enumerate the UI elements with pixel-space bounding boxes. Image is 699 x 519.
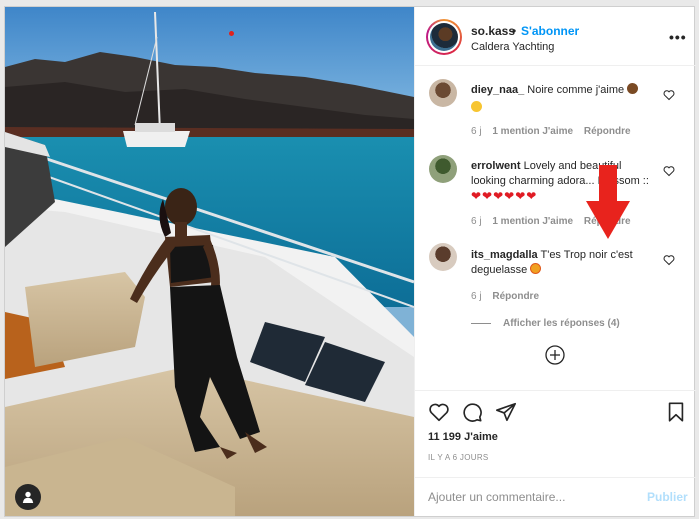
- view-replies-label: Afficher les réponses (4): [503, 318, 620, 329]
- follow-button[interactable]: S'abonner: [521, 24, 579, 38]
- save-bookmark-icon[interactable]: [665, 401, 687, 423]
- like-heart-icon[interactable]: [428, 401, 450, 423]
- author-username[interactable]: so.kass: [471, 24, 515, 38]
- share-paper-plane-icon[interactable]: [495, 401, 517, 423]
- header-separator: •: [512, 24, 517, 38]
- comment-username[interactable]: errolwent: [471, 160, 521, 172]
- comment-body: its_magdalla T'es Trop noir c'est deguel…: [471, 248, 649, 278]
- commenter-avatar[interactable]: [429, 243, 457, 271]
- reply-button[interactable]: Répondre: [584, 126, 631, 137]
- like-comment-heart-icon[interactable]: [663, 254, 675, 266]
- comment-time: 6 j: [471, 126, 482, 137]
- like-comment-heart-icon[interactable]: [663, 165, 675, 177]
- like-comment-heart-icon[interactable]: [663, 89, 675, 101]
- red-arrow-annotation: [586, 165, 630, 239]
- emoji-icon: [627, 83, 639, 94]
- likes-count[interactable]: 11 199 J'aime: [428, 431, 498, 443]
- commenter-avatar[interactable]: [429, 79, 457, 107]
- yacht-photo-illustration: [5, 7, 414, 516]
- user-icon: [22, 491, 34, 503]
- post-actions: 11 199 J'aime IL Y A 6 JOURS: [415, 390, 696, 477]
- comment-time: 6 j: [471, 216, 482, 227]
- publish-button[interactable]: Publier: [647, 490, 688, 504]
- post-dialog: so.kass • S'abonner Caldera Yachting •••…: [4, 6, 696, 517]
- post-photo[interactable]: [5, 7, 414, 516]
- post-location[interactable]: Caldera Yachting: [471, 41, 554, 53]
- tagged-user-button[interactable]: [15, 484, 41, 510]
- comment-likes[interactable]: 1 mention J'aime: [492, 216, 573, 227]
- reply-button[interactable]: Répondre: [492, 291, 539, 302]
- emoji-icon: [471, 101, 482, 112]
- comments-list: diey_naa_ Noire comme j'aime 6 j 1 menti…: [415, 67, 696, 390]
- post-date: IL Y A 6 JOURS: [428, 453, 489, 462]
- comment-hearts: ❤❤❤❤❤❤: [471, 189, 538, 203]
- comment-likes[interactable]: 1 mention J'aime: [492, 126, 573, 137]
- commenter-avatar[interactable]: [429, 155, 457, 183]
- view-replies-button[interactable]: Afficher les réponses (4): [471, 318, 620, 329]
- comment-bubble-icon[interactable]: [461, 401, 483, 423]
- comment-meta: 6 j Répondre: [471, 291, 547, 302]
- emoji-icon: [530, 263, 542, 274]
- post-header: so.kass • S'abonner Caldera Yachting •••: [415, 7, 696, 66]
- comment-time: 6 j: [471, 291, 482, 302]
- red-dot-marker: [229, 31, 234, 36]
- comment-username[interactable]: diey_naa_: [471, 84, 524, 96]
- replies-divider: [471, 322, 491, 324]
- comment-input[interactable]: Ajouter un commentaire...: [428, 490, 565, 504]
- comment-body: diey_naa_ Noire comme j'aime: [471, 83, 649, 116]
- post-side-panel: so.kass • S'abonner Caldera Yachting •••…: [414, 7, 696, 516]
- load-more-comments-icon[interactable]: [545, 345, 565, 365]
- comment-text: Noire comme j'aime: [527, 84, 625, 96]
- add-comment-bar: Ajouter un commentaire... Publier: [415, 477, 696, 516]
- comment-meta: 6 j 1 mention J'aime Répondre: [471, 126, 639, 137]
- more-options-button[interactable]: •••: [669, 29, 687, 45]
- author-avatar[interactable]: [426, 19, 462, 55]
- comment-username[interactable]: its_magdalla: [471, 249, 538, 261]
